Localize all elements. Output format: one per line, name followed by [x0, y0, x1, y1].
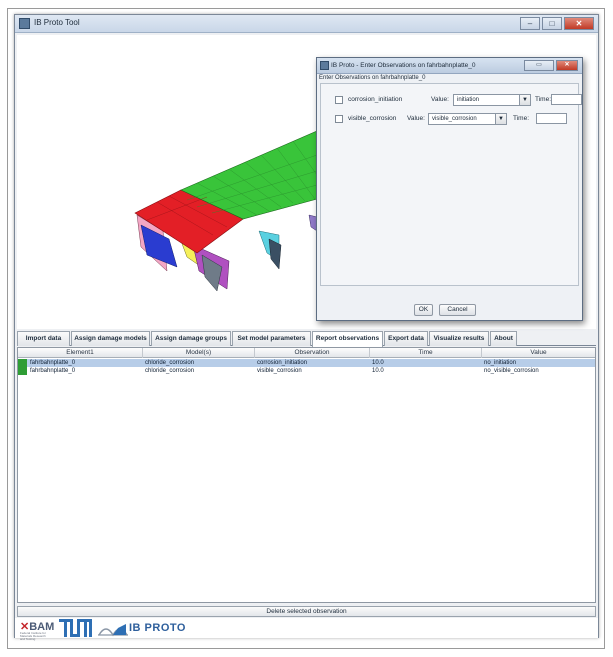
- observation-checkbox[interactable]: [335, 96, 343, 104]
- value-select[interactable]: initiation ▼: [453, 94, 531, 106]
- value-label: Value:: [407, 115, 425, 122]
- time-input[interactable]: [551, 94, 582, 105]
- observations-panel: corrosion_initiation Value: initiation ▼…: [320, 83, 582, 286]
- delete-observation-button[interactable]: Delete selected observation: [17, 606, 596, 617]
- cell-element: fahrbahnplatte_0: [30, 360, 76, 366]
- row-selection-marker: [18, 359, 27, 375]
- cell-observation: corrosion_initiation: [257, 360, 308, 366]
- observations-table: Element1 Model(s) Observation Time Value…: [17, 347, 596, 603]
- tab-import-data[interactable]: Import data: [17, 331, 70, 346]
- bridge-logo-icon: [98, 624, 128, 637]
- observation-name: visible_corrosion: [348, 115, 397, 122]
- table-header: Element1 Model(s) Observation Time Value: [18, 348, 595, 358]
- bam-logo-subtitle: Federal Institute for Materials Research…: [20, 631, 46, 641]
- chevron-down-icon[interactable]: ▼: [495, 114, 506, 124]
- maximize-icon[interactable]: □: [542, 17, 562, 30]
- tab-assign-damage-groups[interactable]: Assign damage groups: [151, 331, 231, 346]
- time-label: Time:: [513, 115, 530, 122]
- cell-models: chloride_corrosion: [145, 368, 195, 374]
- col-element[interactable]: Element1: [18, 348, 143, 358]
- enter-observations-dialog: IB Proto - Enter Observations on fahrbah…: [316, 57, 583, 321]
- window-controls: – □ ✕: [520, 17, 594, 30]
- cell-observation: visible_corrosion: [257, 368, 302, 374]
- title-bar: IB Proto Tool – □ ✕: [15, 15, 598, 33]
- col-value[interactable]: Value: [482, 348, 595, 358]
- dialog-app-icon: [320, 61, 329, 70]
- tab-export-data[interactable]: Export data: [384, 331, 428, 346]
- logo-bar: ✕BAM Federal Institute for Materials Res…: [15, 618, 598, 641]
- table-row[interactable]: fahrbahnplatte_0 chloride_corrosion visi…: [18, 367, 595, 375]
- observation-checkbox[interactable]: [335, 115, 343, 123]
- tum-logo: [59, 619, 92, 637]
- observation-name: corrosion_initiation: [348, 96, 403, 103]
- observation-row: visible_corrosion Value: visible_corrosi…: [335, 113, 575, 125]
- dialog-title-bar: IB Proto - Enter Observations on fahrbah…: [317, 58, 582, 74]
- tab-report-observations[interactable]: Report observations: [312, 331, 383, 347]
- main-window: IB Proto Tool – □ ✕ Import data Assign d…: [14, 14, 599, 641]
- tab-about[interactable]: About: [490, 331, 517, 346]
- cell-value: no_initiation: [484, 360, 517, 366]
- value-select-text: initiation: [457, 97, 480, 103]
- dialog-subtitle: Enter Observations on fahrbahnplatte_0: [319, 75, 426, 81]
- tab-bar: Import data Assign damage models Assign …: [17, 331, 596, 347]
- minimize-icon[interactable]: –: [520, 17, 540, 30]
- time-label: Time:: [535, 96, 552, 103]
- cancel-button[interactable]: Cancel: [439, 304, 476, 316]
- cell-models: chloride_corrosion: [145, 360, 195, 366]
- value-label: Value:: [431, 96, 449, 103]
- col-observation[interactable]: Observation: [255, 348, 370, 358]
- ok-button[interactable]: OK: [414, 304, 433, 316]
- table-row[interactable]: fahrbahnplatte_0 chloride_corrosion corr…: [18, 359, 595, 367]
- value-select-text: visible_corrosion: [432, 116, 477, 122]
- ib-proto-logo: IB PROTO: [129, 622, 186, 634]
- observation-row: corrosion_initiation Value: initiation ▼…: [335, 94, 582, 106]
- app-icon: [19, 18, 30, 29]
- cell-time: 10.0: [372, 360, 384, 366]
- chevron-down-icon[interactable]: ▼: [519, 95, 530, 105]
- dialog-close-icon[interactable]: ✕: [556, 60, 578, 71]
- window-title: IB Proto Tool: [34, 18, 80, 27]
- dialog-window-controls: ▭ ✕: [524, 60, 578, 71]
- dialog-title: IB Proto - Enter Observations on fahrbah…: [331, 62, 476, 69]
- col-time[interactable]: Time: [370, 348, 482, 358]
- time-input[interactable]: [536, 113, 567, 124]
- cell-value: no_visible_corrosion: [484, 368, 539, 374]
- value-select[interactable]: visible_corrosion ▼: [428, 113, 507, 125]
- close-icon[interactable]: ✕: [564, 17, 594, 30]
- tab-visualize-results[interactable]: Visualize results: [429, 331, 489, 346]
- tab-assign-damage-models[interactable]: Assign damage models: [71, 331, 150, 346]
- cell-element: fahrbahnplatte_0: [30, 368, 76, 374]
- dialog-maximize-icon[interactable]: ▭: [524, 60, 554, 71]
- col-models[interactable]: Model(s): [143, 348, 255, 358]
- tab-set-model-parameters[interactable]: Set model parameters: [232, 331, 311, 346]
- cell-time: 10.0: [372, 368, 384, 374]
